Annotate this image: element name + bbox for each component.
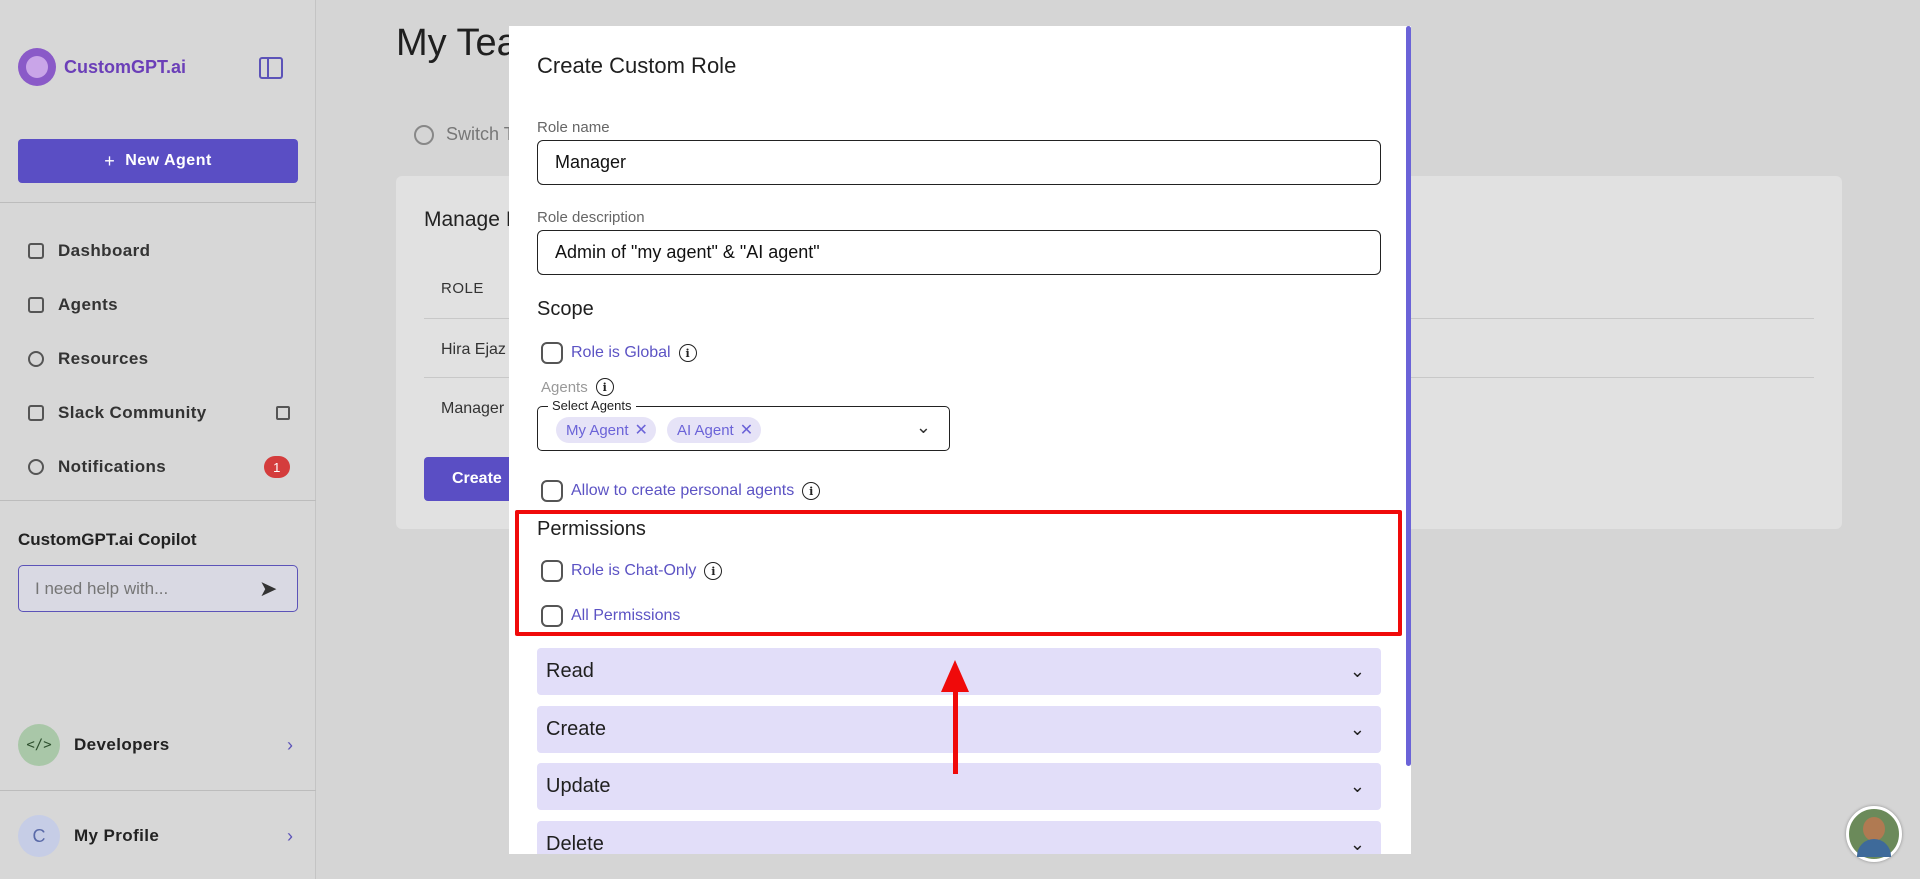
accordion-label: Update [546, 775, 611, 797]
page-title: My Tea [396, 22, 518, 64]
allow-personal-agents-label[interactable]: Allow to create personal agents [571, 482, 794, 500]
table-row: Hira Ejaz [441, 341, 506, 358]
avatar: C [18, 815, 60, 857]
all-permissions-checkbox[interactable] [541, 605, 563, 627]
info-icon[interactable]: i [802, 482, 821, 500]
logo[interactable]: CustomGPT.ai [18, 48, 186, 86]
modal-scrollbar[interactable] [1406, 26, 1411, 766]
sidebar-nav: Dashboard Agents Resources Slack Communi… [28, 224, 290, 494]
agent-chip: My Agent ✕ [556, 417, 656, 443]
chip-label: My Agent [566, 421, 629, 439]
code-icon: </> [18, 724, 60, 766]
sidebar-item-label: Agents [58, 295, 119, 314]
select-agents-dropdown[interactable]: Select Agents My Agent ✕ AI Agent ✕ ⌄ [537, 398, 950, 451]
all-permissions-label[interactable]: All Permissions [571, 607, 680, 625]
copilot-title: CustomGPT.ai Copilot [18, 530, 197, 549]
allow-personal-agents-checkbox[interactable] [541, 480, 563, 502]
sidebar-toggle-icon[interactable] [259, 57, 283, 79]
sidebar-divider [0, 500, 316, 501]
chevron-down-icon[interactable]: ⌄ [916, 417, 931, 438]
sidebar-item-label: Slack Community [58, 403, 207, 422]
allow-personal-agents-row: Allow to create personal agents i [541, 480, 821, 502]
accordion-label: Create [546, 718, 607, 740]
permissions-heading: Permissions [537, 518, 646, 540]
info-icon[interactable]: i [595, 378, 614, 396]
chat-support-avatar[interactable] [1846, 806, 1902, 862]
create-custom-role-modal: Create Custom Role Role name Manager Rol… [509, 26, 1411, 854]
lifebuoy-icon [28, 351, 44, 367]
copilot-input[interactable] [35, 578, 245, 599]
role-name-input[interactable]: Manager [537, 140, 1381, 185]
create-accordion[interactable]: Create ⌄ [537, 706, 1381, 753]
slack-icon [28, 405, 44, 421]
chevron-right-icon: › [287, 825, 293, 846]
developers-label: Developers [74, 735, 170, 754]
role-global-row: Role is Global i [541, 342, 697, 364]
sidebar-divider [0, 202, 316, 203]
delete-accordion[interactable]: Delete ⌄ [537, 821, 1381, 854]
chevron-right-icon: › [287, 734, 293, 755]
chat-only-checkbox[interactable] [541, 560, 563, 582]
agents-label-text: Agents [541, 378, 588, 396]
sidebar: CustomGPT.ai + New Agent Dashboard Agent… [0, 0, 316, 879]
accordion-label: Read [546, 660, 594, 682]
close-icon[interactable]: ✕ [635, 420, 648, 440]
agents-label: Agents i [541, 378, 614, 396]
new-agent-button[interactable]: + New Agent [18, 139, 298, 183]
monitor-icon [28, 243, 44, 259]
chevron-down-icon: ⌄ [1349, 719, 1365, 739]
profile-label: My Profile [74, 826, 160, 845]
modal-title: Create Custom Role [537, 53, 737, 78]
accordion-label: Delete [546, 833, 604, 854]
select-agents-legend: Select Agents [548, 398, 636, 413]
chat-only-label[interactable]: Role is Chat-Only [571, 562, 696, 580]
role-column-header: ROLE [441, 280, 484, 297]
brain-logo-icon [18, 48, 56, 86]
logo-text: CustomGPT.ai [64, 56, 187, 77]
copilot-input-wrapper: ➤ [18, 565, 298, 612]
chevron-down-icon: ⌄ [1349, 776, 1365, 796]
switch-icon [414, 124, 434, 145]
chevron-down-icon: ⌄ [1349, 834, 1365, 854]
role-description-label: Role description [537, 209, 645, 226]
send-icon[interactable]: ➤ [259, 578, 281, 600]
table-row: Manager [441, 400, 505, 417]
sidebar-item-notifications[interactable]: Notifications 1 [28, 440, 290, 494]
role-name-label: Role name [537, 119, 610, 136]
switch-team-button[interactable]: Switch T [414, 124, 515, 145]
sidebar-divider [0, 790, 316, 791]
chat-only-row: Role is Chat-Only i [541, 560, 723, 582]
plus-icon: + [104, 150, 116, 171]
notification-badge: 1 [264, 456, 290, 478]
chip-label: AI Agent [677, 421, 734, 439]
info-icon[interactable]: i [704, 562, 723, 580]
layers-icon [28, 297, 44, 313]
annotation-arrow-shaft [953, 688, 958, 774]
sidebar-item-label: Dashboard [58, 241, 151, 260]
sidebar-item-label: Notifications [58, 457, 167, 476]
sidebar-item-label: Resources [58, 349, 149, 368]
role-global-label[interactable]: Role is Global [571, 344, 671, 362]
update-accordion[interactable]: Update ⌄ [537, 763, 1381, 810]
sidebar-item-dashboard[interactable]: Dashboard [28, 224, 290, 278]
switch-label: Switch T [446, 124, 515, 144]
agent-chip: AI Agent ✕ [667, 417, 762, 443]
sidebar-item-resources[interactable]: Resources [28, 332, 290, 386]
external-link-icon [276, 406, 290, 420]
scope-heading: Scope [537, 298, 594, 320]
chevron-down-icon: ⌄ [1349, 661, 1365, 681]
role-description-input[interactable]: Admin of "my agent" & "AI agent" [537, 230, 1381, 275]
my-profile-item[interactable]: C My Profile › [18, 815, 293, 857]
info-icon[interactable]: i [678, 344, 697, 362]
developers-item[interactable]: </> Developers › [18, 724, 293, 766]
sidebar-item-agents[interactable]: Agents [28, 278, 290, 332]
close-icon[interactable]: ✕ [740, 420, 753, 440]
new-agent-label: New Agent [125, 152, 212, 169]
card-title: Manage I [424, 208, 512, 231]
sidebar-item-slack-community[interactable]: Slack Community [28, 386, 290, 440]
role-global-checkbox[interactable] [541, 342, 563, 364]
bell-icon [28, 459, 44, 475]
all-permissions-row: All Permissions [541, 605, 680, 627]
